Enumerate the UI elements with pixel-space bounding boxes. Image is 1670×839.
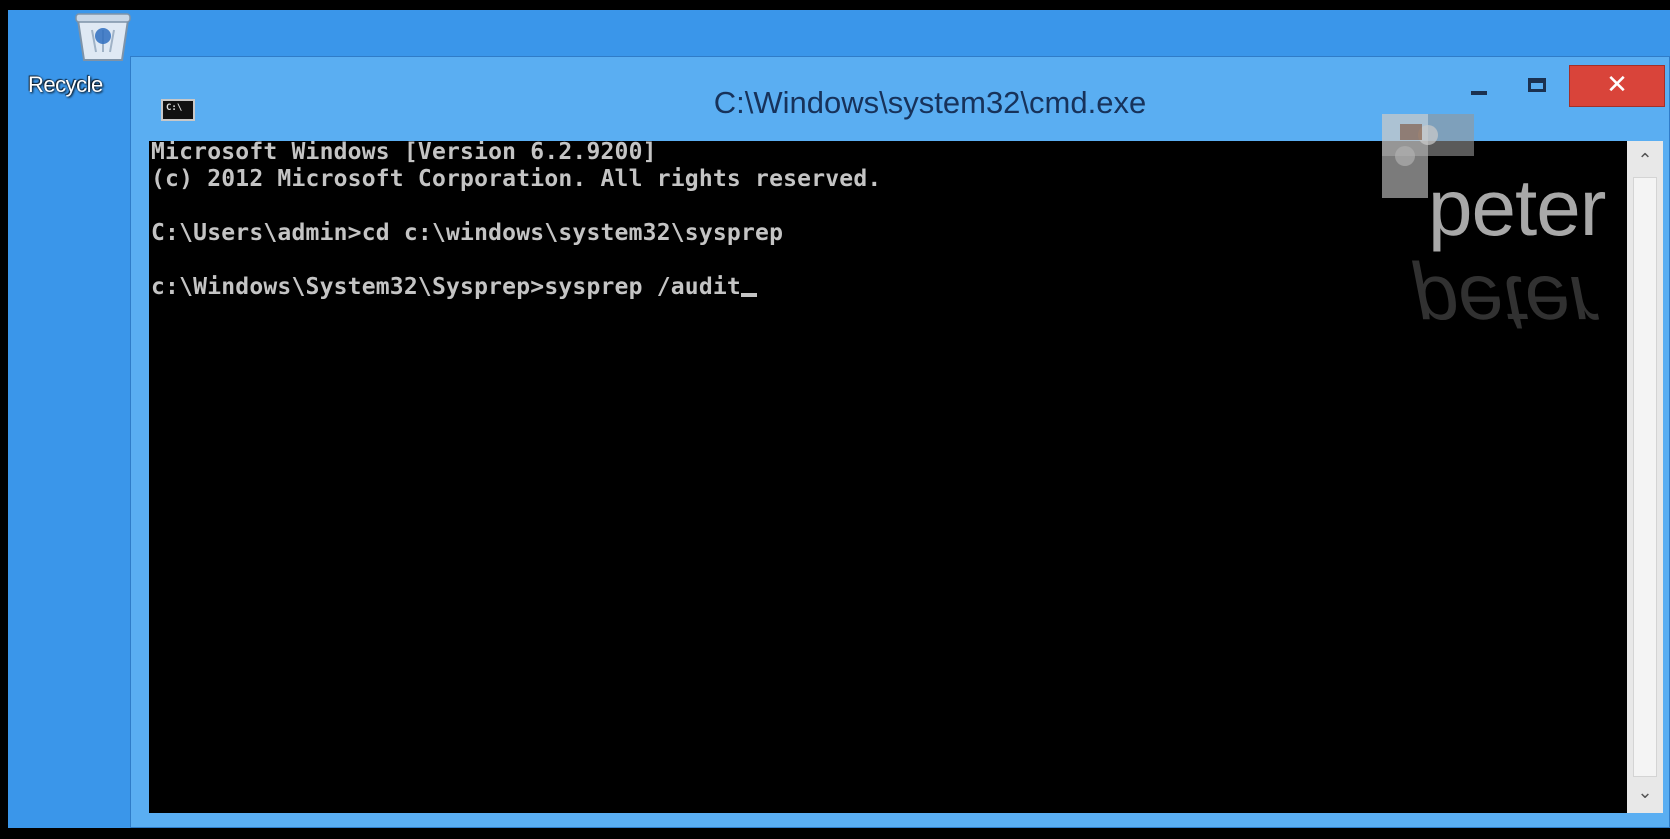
scroll-down-arrow-icon[interactable]: ⌄ xyxy=(1627,777,1663,809)
vertical-scrollbar[interactable]: ⌃ ⌄ xyxy=(1627,141,1663,813)
console-line: C:\Users\admin>cd c:\windows\system32\sy… xyxy=(151,220,784,246)
console-line: (c) 2012 Microsoft Corporation. All righ… xyxy=(151,166,882,192)
cmd-window: C:\ C:\Windows\system32\cmd.exe ✕ Micros… xyxy=(130,56,1670,828)
console-current-command: c:\Windows\System32\Sysprep>sysprep /aud… xyxy=(151,274,741,300)
maximize-icon xyxy=(1528,78,1546,92)
console-prompt-line: c:\Windows\System32\Sysprep>sysprep /aud… xyxy=(151,274,881,301)
title-bar[interactable]: C:\ C:\Windows\system32\cmd.exe ✕ xyxy=(131,57,1669,141)
console-output[interactable]: Microsoft Windows [Version 6.2.9200] (c) … xyxy=(149,141,1627,813)
recycle-bin-label[interactable]: Recycle xyxy=(28,72,103,98)
minimize-button[interactable] xyxy=(1451,65,1507,107)
scroll-thumb[interactable] xyxy=(1633,177,1657,777)
close-button[interactable]: ✕ xyxy=(1569,65,1665,107)
desktop: Recycle C:\ C:\Windows\system32\cmd.exe … xyxy=(8,10,1670,828)
console-line: Microsoft Windows [Version 6.2.9200] xyxy=(151,141,657,165)
scroll-up-arrow-icon[interactable]: ⌃ xyxy=(1627,145,1663,177)
console-text: Microsoft Windows [Version 6.2.9200] (c) … xyxy=(151,141,881,301)
close-icon: ✕ xyxy=(1606,70,1628,100)
maximize-button[interactable] xyxy=(1509,65,1567,107)
screen: Recycle C:\ C:\Windows\system32\cmd.exe … xyxy=(0,0,1670,839)
minimize-icon xyxy=(1471,91,1487,95)
window-title: C:\Windows\system32\cmd.exe xyxy=(713,85,1147,120)
recycle-bin-icon[interactable] xyxy=(70,10,136,64)
text-cursor xyxy=(740,293,757,297)
